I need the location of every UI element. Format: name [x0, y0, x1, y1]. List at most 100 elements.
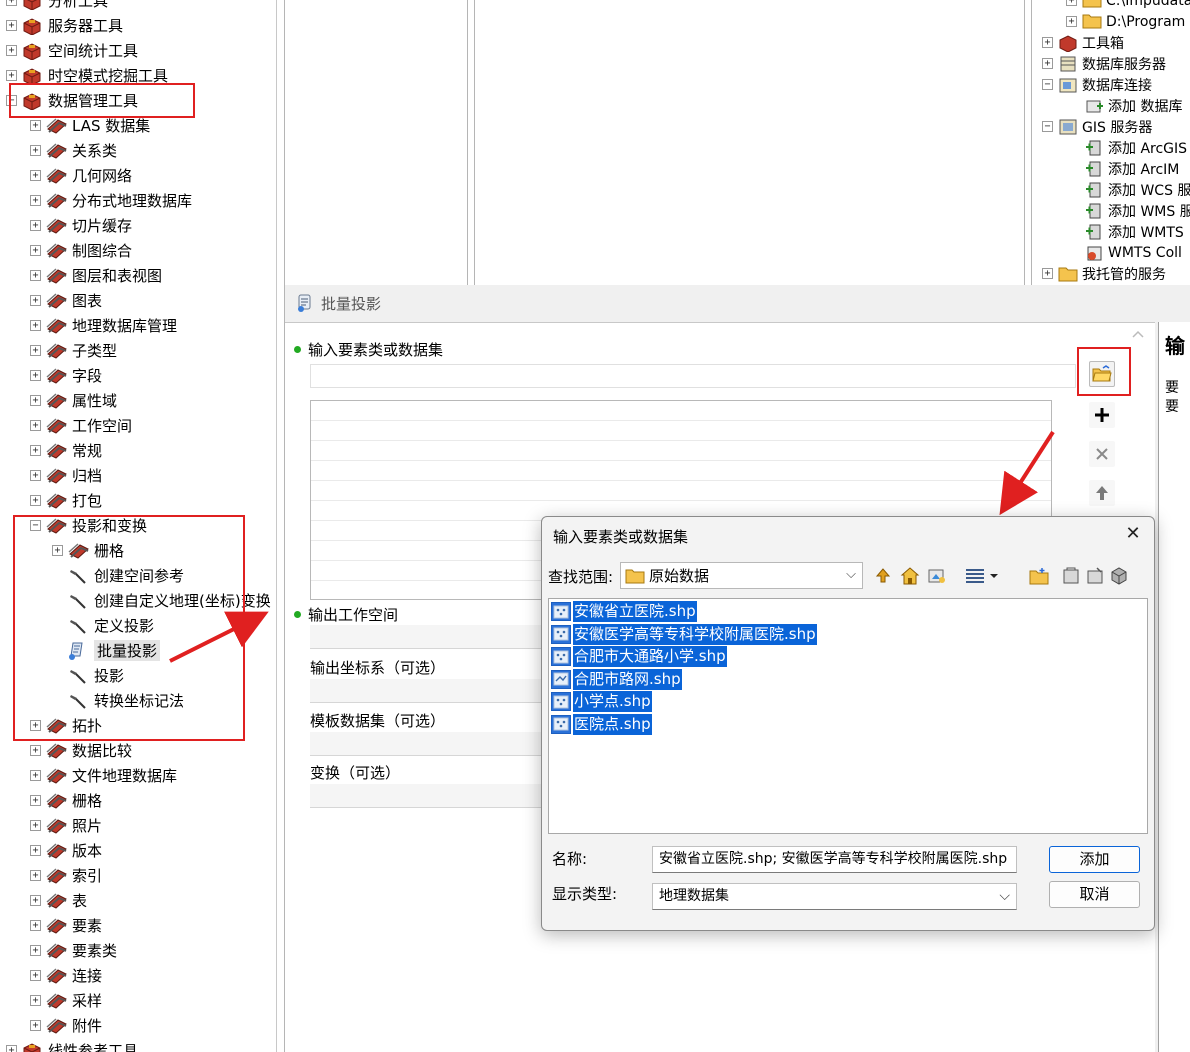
- file-list[interactable]: 安徽省立医院.shp 安徽医学高等专科学校附属医院.shp 合肥市大通路小学.shp…: [548, 598, 1148, 834]
- catalog-tree-item[interactable]: + 我托管的服务: [1042, 263, 1166, 284]
- expand-icon[interactable]: +: [6, 70, 17, 81]
- toolbox-tree-item[interactable]: + 工作空间: [30, 413, 132, 438]
- toolbox-tree-item[interactable]: + 归档: [30, 463, 102, 488]
- expand-icon[interactable]: +: [30, 995, 41, 1006]
- toolbox-tree-item[interactable]: + 图层和表视图: [30, 263, 162, 288]
- catalog-tree-item[interactable]: + 数据库服务器: [1042, 53, 1166, 74]
- expand-icon[interactable]: +: [30, 170, 41, 181]
- catalog-tree-item[interactable]: + C:\Impudata: [1066, 0, 1190, 11]
- expand-icon[interactable]: +: [30, 145, 41, 156]
- catalog-tree-item[interactable]: − 数据库连接: [1042, 74, 1152, 95]
- expand-icon[interactable]: +: [1066, 0, 1077, 6]
- expand-icon[interactable]: +: [30, 795, 41, 806]
- expand-icon[interactable]: +: [30, 895, 41, 906]
- expand-icon[interactable]: +: [30, 370, 41, 381]
- expand-icon[interactable]: +: [6, 45, 17, 56]
- collapse-icon[interactable]: −: [1042, 121, 1053, 132]
- expand-icon[interactable]: +: [30, 320, 41, 331]
- collapse-icon[interactable]: −: [1042, 79, 1053, 90]
- expand-icon[interactable]: +: [1042, 37, 1053, 48]
- toolbox-tree-item[interactable]: + 数据比较: [30, 738, 132, 763]
- expand-icon[interactable]: +: [30, 945, 41, 956]
- catalog-tree[interactable]: + C:\Impudata + D:\Program + 工具箱 + 数据库服务器 − 数据库连接…: [1031, 0, 1190, 285]
- toolbox-tree-item[interactable]: + 服务器工具: [6, 13, 123, 38]
- file-list-item[interactable]: 医院点.shp: [551, 713, 652, 735]
- file-list-item[interactable]: 合肥市路网.shp: [551, 668, 682, 690]
- catalog-tree-item[interactable]: 添加 数据库: [1084, 95, 1182, 116]
- file-list-item[interactable]: 小学点.shp: [551, 691, 652, 712]
- catalog-tree-item[interactable]: 添加 WMS 服: [1084, 200, 1190, 221]
- expand-icon[interactable]: +: [30, 870, 41, 881]
- toolbox-tree-item[interactable]: + 地理数据库管理: [30, 313, 177, 338]
- expand-icon[interactable]: +: [30, 820, 41, 831]
- cancel-button[interactable]: 取消: [1049, 881, 1140, 908]
- file-list-item[interactable]: 合肥市大通路小学.shp: [551, 646, 727, 667]
- expand-icon[interactable]: +: [30, 395, 41, 406]
- home-icon[interactable]: [899, 565, 921, 587]
- file-list-item[interactable]: 安徽省立医院.shp: [551, 601, 697, 622]
- toolbox-tree-item[interactable]: + 几何网络: [30, 163, 132, 188]
- toolbox-tree-item[interactable]: + 分布式地理数据库: [30, 188, 192, 213]
- toolbox-tree-item[interactable]: + 空间统计工具: [6, 38, 138, 63]
- expand-icon[interactable]: +: [30, 220, 41, 231]
- expand-icon[interactable]: +: [30, 970, 41, 981]
- expand-icon[interactable]: +: [30, 270, 41, 281]
- expand-icon[interactable]: +: [30, 470, 41, 481]
- catalog-tree-item[interactable]: + 工具箱: [1042, 32, 1124, 53]
- move-up-button[interactable]: [1089, 480, 1115, 506]
- toolbox-tree-item[interactable]: + 照片: [30, 813, 102, 838]
- expand-icon[interactable]: +: [30, 295, 41, 306]
- toolbox-view-icon[interactable]: [1108, 565, 1130, 587]
- scroll-up-icon[interactable]: [1131, 327, 1145, 341]
- expand-icon[interactable]: +: [30, 745, 41, 756]
- toolbox-tree-item[interactable]: + 打包: [30, 488, 102, 513]
- toolbox-tree-item[interactable]: + 栅格: [30, 788, 102, 813]
- file-list-item[interactable]: 安徽医学高等专科学校附属医院.shp: [551, 623, 817, 645]
- toolbox-tree-item[interactable]: + 子类型: [30, 338, 117, 363]
- expand-icon[interactable]: +: [30, 120, 41, 131]
- toolbox-tree-item[interactable]: + 附件: [30, 1013, 102, 1038]
- expand-icon[interactable]: +: [6, 1045, 17, 1052]
- expand-icon[interactable]: +: [6, 0, 17, 6]
- expand-icon[interactable]: +: [30, 445, 41, 456]
- toolbox-tree-item[interactable]: + 常规: [30, 438, 102, 463]
- toolbox-tree-item[interactable]: + 字段: [30, 363, 102, 388]
- toolbox-tree-item[interactable]: + 索引: [30, 863, 102, 888]
- look-in-dropdown[interactable]: 原始数据 ⌵: [620, 562, 863, 589]
- catalog-tree-item[interactable]: 添加 ArcIM: [1084, 158, 1179, 179]
- expand-icon[interactable]: +: [30, 195, 41, 206]
- expand-icon[interactable]: +: [30, 345, 41, 356]
- expand-icon[interactable]: +: [1042, 58, 1053, 69]
- add-button[interactable]: 添加: [1049, 846, 1140, 873]
- toolbox-tree-item[interactable]: + 文件地理数据库: [30, 763, 177, 788]
- expand-icon[interactable]: +: [30, 1020, 41, 1031]
- toolbox-tree-item[interactable]: + 连接: [30, 963, 102, 988]
- expand-icon[interactable]: +: [30, 245, 41, 256]
- disconnect-folder-icon[interactable]: [1084, 565, 1106, 587]
- connect-folder-icon[interactable]: [1060, 565, 1082, 587]
- toolbox-tree-item[interactable]: + 制图综合: [30, 238, 132, 263]
- toolbox-tree-item[interactable]: + 线性参考工具: [6, 1038, 138, 1052]
- show-type-dropdown[interactable]: 地理数据集 ⌵: [652, 883, 1017, 910]
- toolbox-tree-item[interactable]: + 切片缓存: [30, 213, 132, 238]
- toolbox-tree-item[interactable]: + 图表: [30, 288, 102, 313]
- name-input[interactable]: 安徽省立医院.shp; 安徽医学高等专科学校附属医院.shp: [652, 846, 1017, 873]
- expand-icon[interactable]: +: [30, 770, 41, 781]
- catalog-tree-item[interactable]: WMTS Coll: [1084, 242, 1182, 263]
- expand-icon[interactable]: +: [30, 920, 41, 931]
- catalog-tree-item[interactable]: − GIS 服务器: [1042, 116, 1152, 137]
- toolbox-tree-item[interactable]: + 版本: [30, 838, 102, 863]
- new-folder-icon[interactable]: [1028, 565, 1050, 587]
- input-features-field[interactable]: [310, 364, 1076, 388]
- catalog-tree-item[interactable]: 添加 WCS 服: [1084, 179, 1190, 200]
- toolbox-tree-item[interactable]: + 要素类: [30, 938, 117, 963]
- catalog-tree-item[interactable]: 添加 WMTS: [1084, 221, 1184, 242]
- expand-icon[interactable]: +: [30, 495, 41, 506]
- toolbox-tree-item[interactable]: + 属性域: [30, 388, 117, 413]
- expand-icon[interactable]: +: [30, 845, 41, 856]
- expand-icon[interactable]: +: [30, 420, 41, 431]
- view-menu-icon[interactable]: [962, 565, 1002, 587]
- expand-icon[interactable]: +: [6, 20, 17, 31]
- expand-icon[interactable]: +: [1042, 268, 1053, 279]
- toolbox-tree-item[interactable]: + 采样: [30, 988, 102, 1013]
